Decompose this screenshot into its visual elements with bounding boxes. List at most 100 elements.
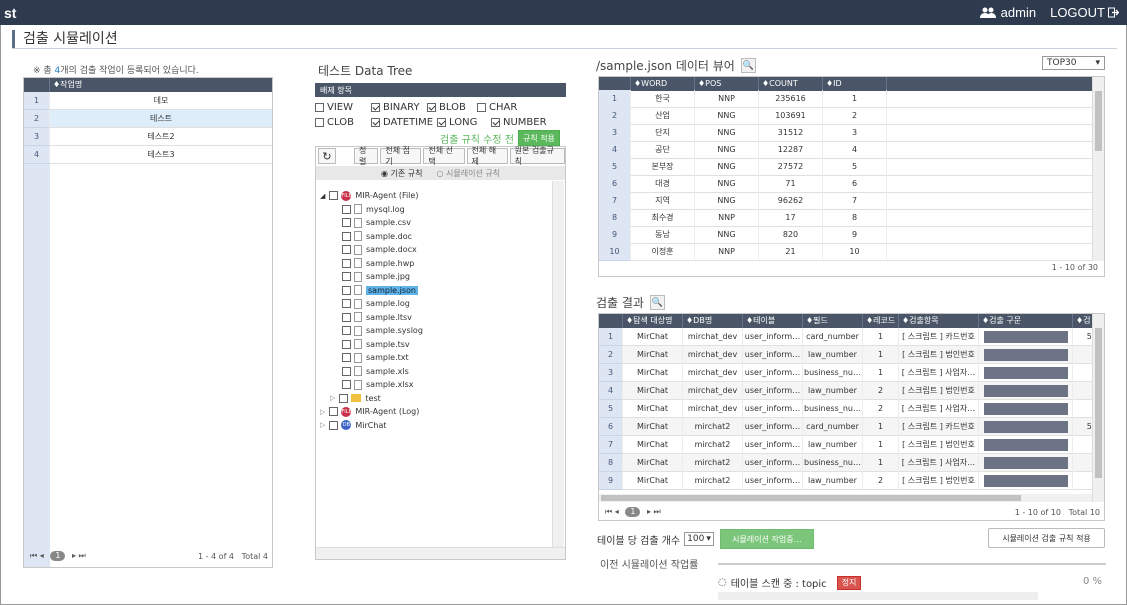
checkbox-icon bbox=[342, 231, 351, 241]
jobs-col-name[interactable]: ♦작업명 bbox=[50, 78, 272, 92]
masked-detection-text bbox=[979, 417, 1073, 436]
results-current-page[interactable]: 1 bbox=[625, 507, 641, 517]
tree-root-mirchat[interactable]: ▷ DB MirChat bbox=[320, 419, 387, 432]
viewer-row[interactable]: 7 지역 NNG 96262 7 bbox=[599, 192, 1104, 210]
user-menu[interactable]: admin bbox=[979, 5, 1036, 20]
job-row[interactable]: 3 테스트2 bbox=[24, 127, 272, 146]
file-icon bbox=[354, 379, 362, 390]
job-row[interactable]: 2 테스트 bbox=[24, 109, 272, 128]
result-row[interactable]: 5 MirChat mirchat_dev user_inform… business_… bbox=[599, 399, 1104, 418]
type-checkbox-clob[interactable]: CLOB bbox=[315, 115, 371, 130]
tree-file-item[interactable]: sample.xlsx bbox=[342, 378, 414, 391]
results-hscroll[interactable] bbox=[599, 494, 1092, 502]
tree-file-item[interactable]: sample.syslog bbox=[342, 324, 423, 337]
type-checkbox-long[interactable]: LONG bbox=[437, 115, 491, 130]
viewer-row[interactable]: 3 단지 NNG 31512 3 bbox=[599, 124, 1104, 142]
tree-file-item[interactable]: sample.jpg bbox=[342, 270, 410, 283]
tree-file-item[interactable]: mysql.log bbox=[342, 203, 405, 216]
checkbox-icon bbox=[342, 326, 351, 335]
checkbox-icon bbox=[477, 103, 486, 112]
results-first-page-icon[interactable]: ⏮ bbox=[605, 507, 612, 516]
tree-scrollbar[interactable] bbox=[552, 181, 564, 547]
results-next-page-icon[interactable]: ▸ bbox=[647, 507, 651, 516]
file-icon bbox=[354, 204, 362, 214]
tree-file-item[interactable]: sample.docx bbox=[342, 243, 417, 256]
tree-toolbar-button[interactable]: 전체 접기 bbox=[380, 146, 422, 166]
logout-button[interactable]: LOGOUT bbox=[1050, 5, 1119, 20]
tree-file-item[interactable]: sample.log bbox=[342, 297, 410, 310]
viewer-row[interactable]: 8 최수경 NNP 17 8 bbox=[599, 209, 1104, 227]
first-page-icon[interactable]: ⏮ bbox=[30, 551, 37, 560]
refresh-button[interactable]: ↻ bbox=[318, 148, 336, 164]
checkbox-icon bbox=[329, 191, 339, 200]
result-row[interactable]: 3 MirChat mirchat_dev user_inform… business_… bbox=[599, 363, 1104, 382]
prev-page-icon[interactable]: ◂ bbox=[40, 551, 44, 560]
result-row[interactable]: 7 MirChat mirchat2 user_inform… law_number 1[… bbox=[599, 435, 1104, 454]
tree-file-item[interactable]: sample.xls bbox=[342, 365, 409, 378]
type-checkbox-datetime[interactable]: DATETIME bbox=[371, 115, 437, 130]
result-row[interactable]: 2 MirChat mirchat_dev user_inform… law_numbe… bbox=[599, 345, 1104, 364]
type-checkbox-view[interactable]: VIEW bbox=[315, 100, 371, 115]
tree-file-item[interactable]: sample.ltsv bbox=[342, 311, 412, 324]
result-row[interactable]: 1 MirChat mirchat_dev user_inform… card_numb… bbox=[599, 327, 1104, 346]
result-row[interactable]: 6 MirChat mirchat2 user_inform… card_number 1… bbox=[599, 417, 1104, 436]
tree-toolbar-button[interactable]: 원본 검출규칙 bbox=[509, 146, 566, 166]
sim-running-button[interactable]: 시뮬레이션 작업중… bbox=[719, 529, 814, 549]
viewer-row[interactable]: 9 동남 NNG 820 9 bbox=[599, 226, 1104, 244]
tree-file-item[interactable]: sample.tsv bbox=[342, 338, 410, 351]
viewer-row[interactable]: 2 산업 NNG 103691 2 bbox=[599, 107, 1104, 125]
results-title: 검출 결과 🔍 bbox=[596, 295, 665, 310]
tree-file-item[interactable]: sample.csv bbox=[342, 216, 411, 229]
result-row[interactable]: 9 MirChat mirchat2 user_inform… law_number 2[… bbox=[599, 471, 1104, 490]
masked-detection-text bbox=[979, 363, 1073, 382]
result-row[interactable]: 4 MirChat mirchat_dev user_inform… law_numbe… bbox=[599, 381, 1104, 400]
last-page-icon[interactable]: ⏭ bbox=[79, 551, 86, 560]
viewer-row[interactable]: 1 한국 NNP 235616 1 bbox=[599, 90, 1104, 108]
checkbox-icon bbox=[329, 407, 339, 416]
results-prev-page-icon[interactable]: ◂ bbox=[615, 507, 619, 516]
per-table-select[interactable]: 100 ▾ bbox=[684, 532, 714, 546]
history-divider bbox=[718, 563, 1106, 565]
sim-rule-apply-button[interactable]: 시뮬레이션 검출 규칙 적용 bbox=[988, 528, 1105, 548]
tree-root-file[interactable]: ◢ FILE MIR-Agent (File) bbox=[320, 189, 418, 202]
viewer-row[interactable]: 4 공단 NNG 12287 4 bbox=[599, 141, 1104, 159]
type-checkbox-number[interactable]: NUMBER bbox=[491, 115, 561, 130]
stop-button[interactable]: 정지 bbox=[836, 575, 862, 590]
tree-folder-test[interactable]: ▷ test bbox=[330, 392, 381, 405]
tree-toolbar-button[interactable]: 전체 해제 bbox=[466, 146, 508, 166]
viewer-row[interactable]: 6 대경 NNG 71 6 bbox=[599, 175, 1104, 193]
tree-file-item[interactable]: sample.doc bbox=[342, 230, 412, 243]
file-icon bbox=[354, 325, 362, 336]
current-page[interactable]: 1 bbox=[50, 551, 66, 561]
job-row[interactable]: 4 테스트3 bbox=[24, 145, 272, 164]
top-bar: st admin LOGOUT bbox=[0, 0, 1127, 25]
results-last-page-icon[interactable]: ⏭ bbox=[654, 507, 661, 516]
file-agent-icon: FILE bbox=[341, 190, 352, 201]
viewer-scrollbar[interactable] bbox=[1092, 77, 1104, 261]
checkbox-icon bbox=[342, 258, 351, 268]
tree-toolbar-button[interactable]: 전체 선택 bbox=[423, 146, 465, 166]
zoom-icon[interactable]: 🔍 bbox=[740, 58, 756, 73]
type-checkbox-blob[interactable]: BLOB bbox=[427, 100, 477, 115]
tree-hscroll[interactable] bbox=[316, 547, 565, 559]
tree-file-item[interactable]: sample.txt bbox=[342, 351, 409, 364]
radio-sim-rule[interactable]: ○ 시뮬레이션 규칙 bbox=[436, 168, 500, 179]
job-row[interactable]: 1 데모 bbox=[24, 91, 272, 110]
top-select[interactable]: TOP30 ▾ bbox=[1042, 56, 1105, 70]
results-grid: ♦탐색 대상명 ♦DB명 ♦테이블 ♦필드 ♦레코드 ♦검출항목 ♦검출 구문 … bbox=[598, 313, 1105, 521]
tree-root-log[interactable]: ▷ FILE MIR-Agent (Log) bbox=[320, 405, 419, 418]
zoom-results-icon[interactable]: 🔍 bbox=[649, 295, 665, 310]
result-row[interactable]: 8 MirChat mirchat2 user_inform… business_nu…… bbox=[599, 453, 1104, 472]
tree-file-item[interactable]: sample.hwp bbox=[342, 257, 414, 270]
tree-toolbar-button[interactable]: 정렬 bbox=[354, 146, 379, 166]
viewer-row[interactable]: 5 본부장 NNG 27572 5 bbox=[599, 158, 1104, 176]
type-checkbox-binary[interactable]: BINARY bbox=[371, 100, 427, 115]
viewer-row[interactable]: 10 이정훈 NNP 21 10 bbox=[599, 243, 1104, 261]
radio-existing-rule[interactable]: ◉ 기존 규칙 bbox=[381, 168, 423, 179]
type-checkbox-char[interactable]: CHAR bbox=[477, 100, 537, 115]
next-page-icon[interactable]: ▸ bbox=[72, 551, 76, 560]
results-scrollbar[interactable] bbox=[1092, 314, 1104, 502]
viewer-title: /sample.json 데이터 뷰어 🔍 bbox=[596, 58, 756, 73]
apply-rule-button[interactable]: 규칙 적용 bbox=[517, 130, 560, 146]
tree-file-item[interactable]: sample.json bbox=[342, 284, 418, 297]
